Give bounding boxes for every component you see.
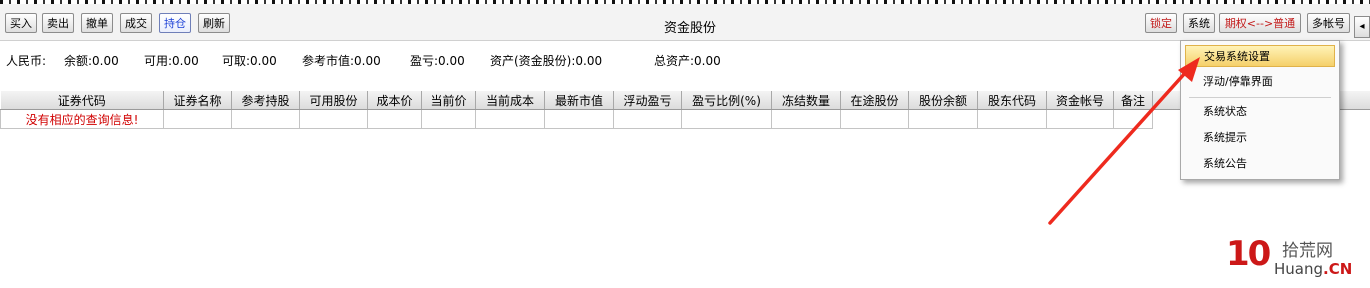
watermark-cn-text: 拾荒网 bbox=[1282, 241, 1333, 261]
watermark-logo: 10 拾荒网 Huang.CN bbox=[1226, 234, 1366, 284]
watermark-en-prefix: Huang bbox=[1274, 260, 1324, 278]
watermark-en-text: Huang.CN bbox=[1274, 260, 1352, 278]
annotation-arrow-icon bbox=[1048, 57, 1200, 225]
watermark-en-suffix: .CN bbox=[1323, 260, 1353, 278]
watermark-number: 10 bbox=[1226, 234, 1271, 274]
